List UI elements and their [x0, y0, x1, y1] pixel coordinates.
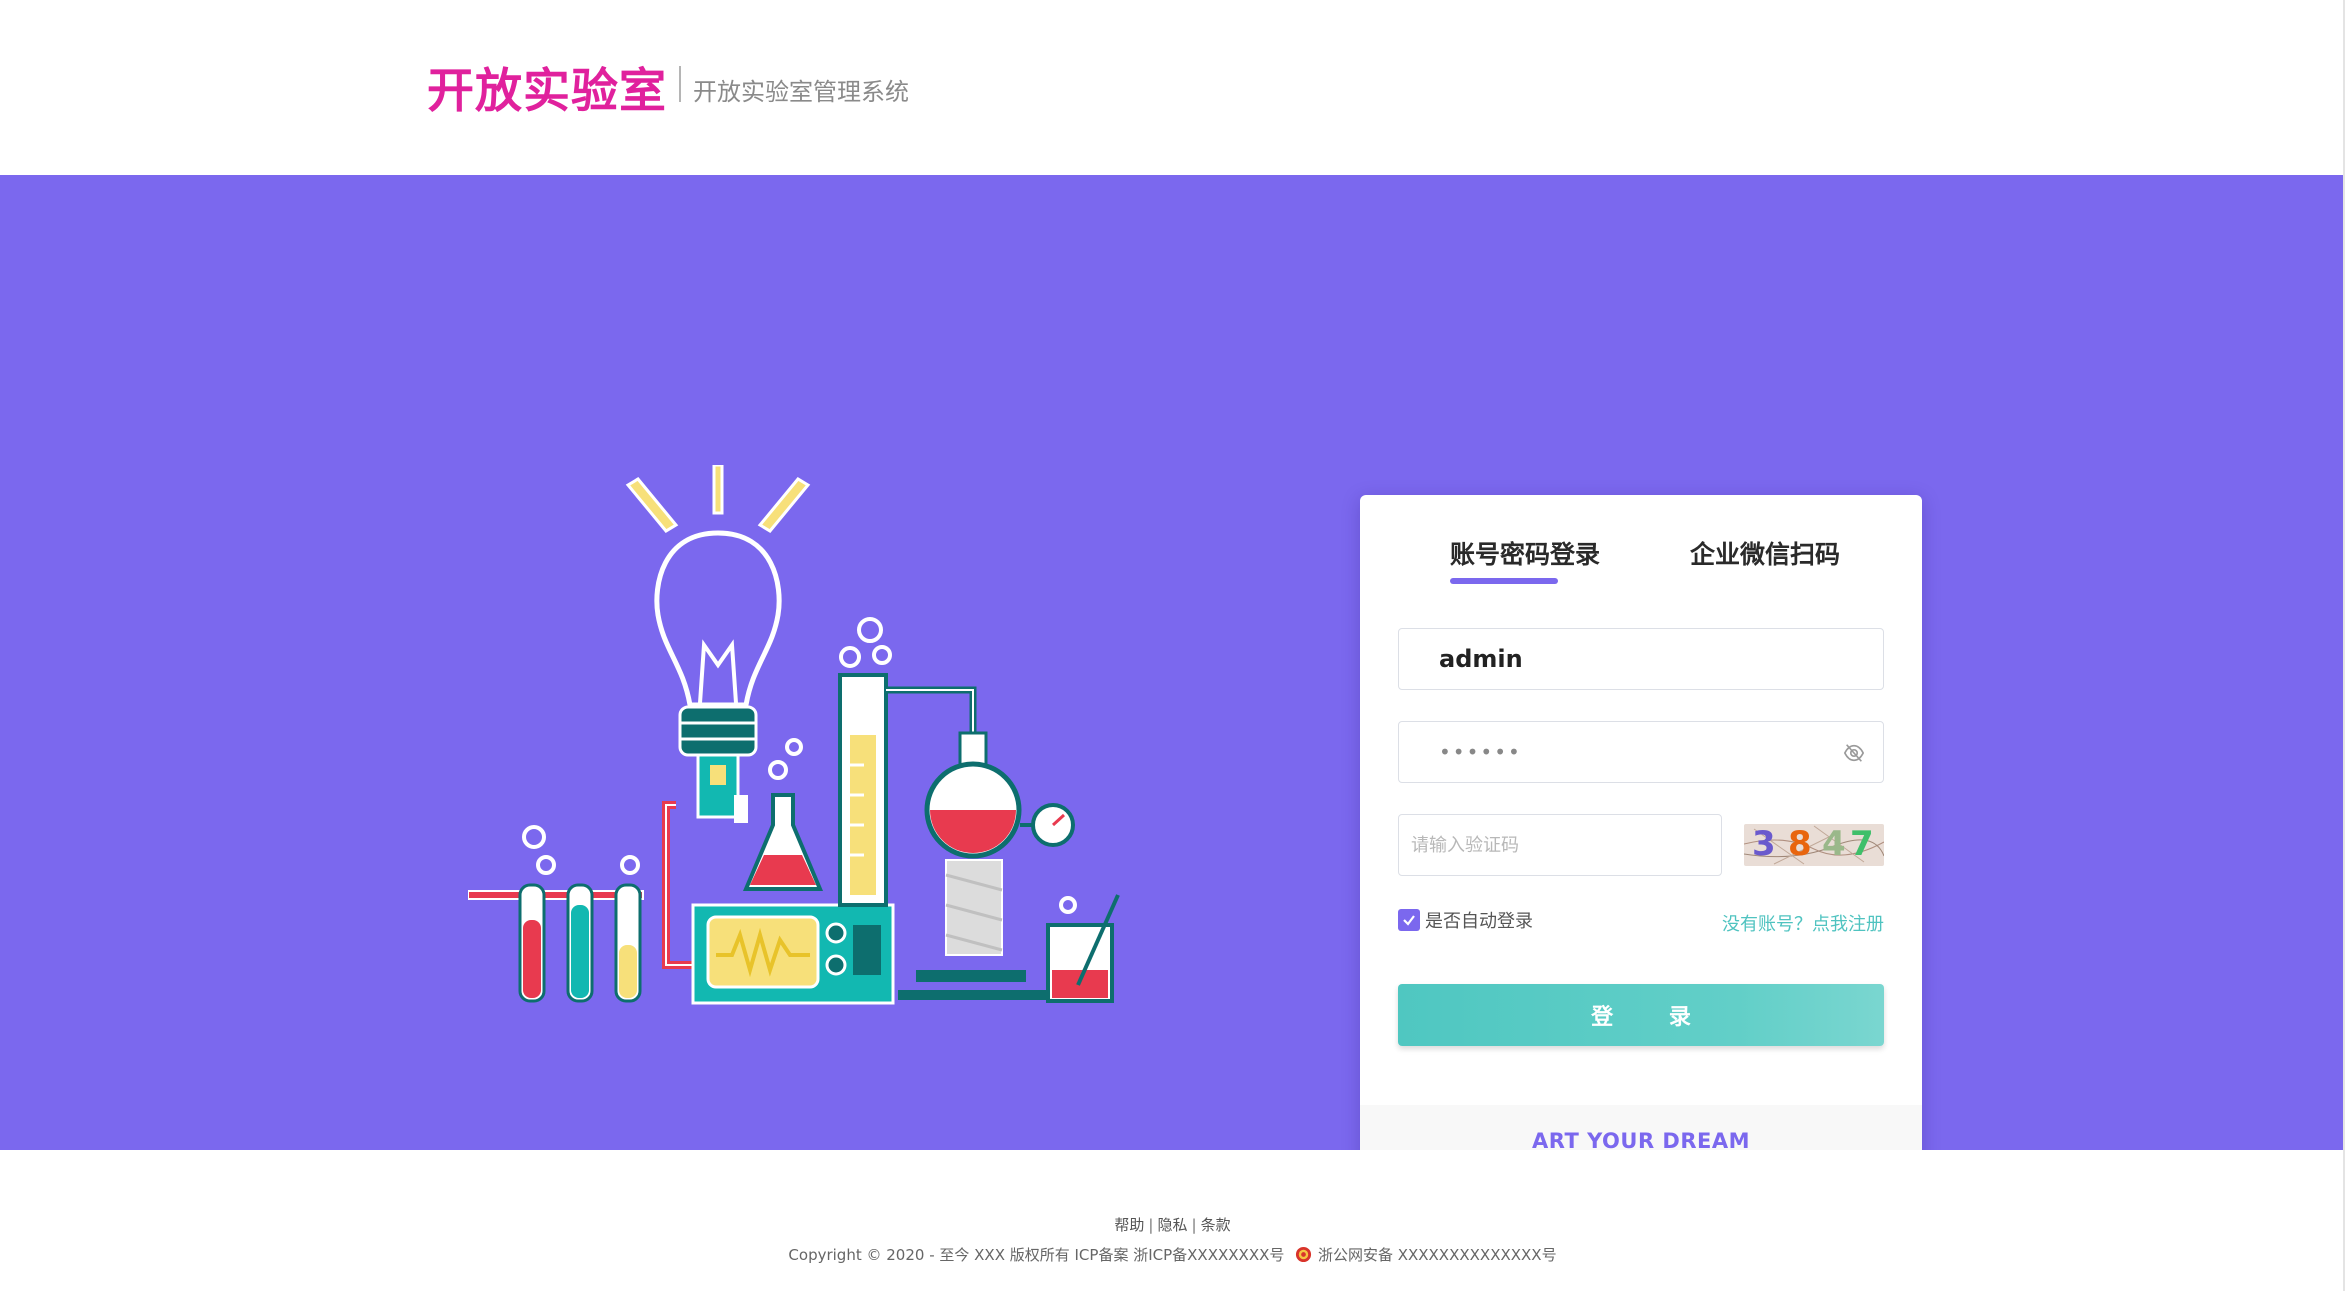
police-record-text: 浙公网安备 XXXXXXXXXXXXXX号 [1317, 1246, 1557, 1264]
header: 开放实验室 开放实验室管理系统 [0, 0, 2345, 175]
register-link[interactable]: 没有账号？点我注册 [1722, 910, 1884, 936]
remember-label: 是否自动登录 [1425, 911, 1533, 932]
tab-wechat-scan-login[interactable]: 企业微信扫码 [1690, 535, 1840, 571]
page-footer: 帮助 | 隐私 | 条款 Copyright © 2020 - 至今 XXX 版权所有 … [0, 1150, 2345, 1291]
brand-subtitle: 开放实验室管理系统 [693, 78, 909, 106]
remember-login-toggle[interactable]: 是否自动登录 [1398, 908, 1533, 932]
remember-checkbox[interactable] [1398, 909, 1420, 931]
link-separator: | [1148, 1216, 1154, 1234]
light-bulb [654, 530, 782, 708]
password-input[interactable] [1399, 722, 1883, 782]
username-field[interactable] [1398, 628, 1884, 690]
captcha-char: 4 [1822, 824, 1846, 864]
login-card: 账号密码登录 企业微信扫码 admin •••••• 请输入验证码 3 8 4 … [1360, 495, 1922, 1181]
bulb-base [678, 705, 758, 757]
password-field[interactable] [1398, 721, 1884, 783]
captcha-field[interactable] [1398, 814, 1722, 876]
copyright-line: Copyright © 2020 - 至今 XXX 版权所有 ICP备案 浙IC… [0, 1244, 2345, 1265]
light-ray [757, 477, 811, 533]
brand-title: 开放实验室 [427, 64, 667, 119]
captcha-input[interactable] [1399, 815, 1721, 875]
light-ray [712, 465, 724, 515]
hero-banner: 账号密码登录 企业微信扫码 admin •••••• 请输入验证码 3 8 4 … [0, 175, 2345, 1181]
check-icon [1403, 915, 1415, 926]
captcha-char: 7 [1850, 824, 1874, 864]
captcha-char: 8 [1788, 824, 1812, 864]
privacy-link[interactable]: 隐私 [1157, 1216, 1187, 1234]
lab-illustration [468, 465, 1120, 1005]
username-input[interactable] [1399, 629, 1883, 689]
police-badge-icon [1296, 1246, 1312, 1263]
active-tab-indicator [1450, 578, 1558, 584]
footer-links: 帮助 | 隐私 | 条款 [0, 1214, 2345, 1235]
terms-link[interactable]: 条款 [1201, 1216, 1231, 1234]
login-button[interactable]: 登 录 [1398, 984, 1884, 1046]
captcha-char: 3 [1752, 824, 1776, 864]
login-page: 开放实验室 开放实验室管理系统 账号密码登录 企业微信扫码 admin ••••… [0, 0, 2345, 1291]
link-separator: | [1191, 1216, 1197, 1234]
brand-divider [679, 66, 681, 102]
captcha-image[interactable]: 3 8 4 7 [1744, 824, 1884, 866]
copyright-text: Copyright © 2020 - 至今 XXX 版权所有 ICP备案 浙IC… [788, 1246, 1285, 1264]
help-link[interactable]: 帮助 [1114, 1216, 1144, 1234]
eye-off-icon[interactable] [1843, 742, 1865, 764]
light-ray [625, 477, 679, 533]
tab-account-password-login[interactable]: 账号密码登录 [1450, 535, 1600, 571]
